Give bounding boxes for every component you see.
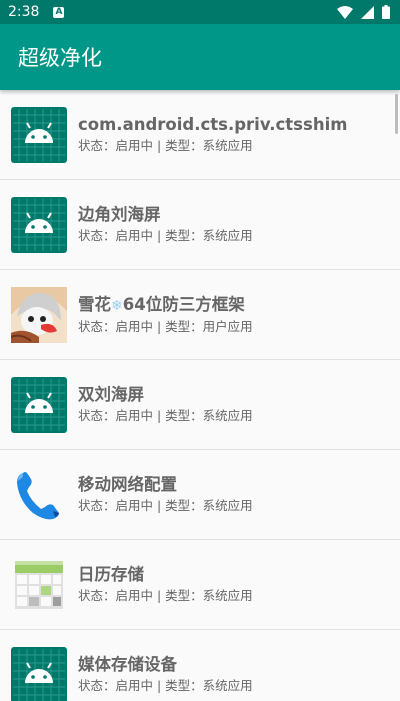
app-status: 状态：启用中 | 类型：系统应用: [78, 588, 253, 603]
list-item[interactable]: 边角刘海屏 状态：启用中 | 类型：系统应用: [0, 180, 400, 270]
app-name: 移动网络配置: [78, 475, 177, 494]
app-status: 状态：启用中 | 类型：用户应用: [78, 318, 253, 334]
notification-icon: A: [53, 6, 65, 18]
app-bar: 超级净化: [0, 24, 400, 90]
app-list[interactable]: com.android.cts.priv.ctsshim 状态：启用中 | 类型…: [0, 90, 400, 701]
app-name: 雪花❄64位防三方框架: [78, 294, 245, 314]
app-name: 边角刘海屏: [78, 205, 161, 224]
list-item[interactable]: 双刘海屏 状态：启用中 | 类型：系统应用: [0, 360, 400, 450]
app-name: 日历存储: [78, 565, 144, 584]
page-title: 超级净化: [18, 46, 102, 70]
app-name: 双刘海屏: [78, 385, 144, 404]
cellular-icon: [361, 5, 374, 19]
scrollbar[interactable]: [395, 94, 398, 134]
phone-icon: [11, 467, 67, 523]
android-icon: [11, 196, 67, 253]
status-icons: [337, 5, 390, 19]
snowflake-icon: ❄: [111, 297, 123, 314]
list-item[interactable]: 移动网络配置 状态：启用中 | 类型：系统应用: [0, 450, 400, 540]
app-name: 媒体存储设备: [78, 655, 177, 674]
app-status: 状态：启用中 | 类型：系统应用: [78, 408, 253, 423]
app-status: 状态：启用中 | 类型：系统应用: [78, 678, 253, 693]
android-icon: [11, 376, 67, 433]
battery-icon: [382, 5, 390, 19]
app-status: 状态：启用中 | 类型：系统应用: [78, 498, 253, 513]
status-bar: 2:38 A: [0, 0, 400, 24]
wifi-icon: [337, 5, 353, 19]
app-name: com.android.cts.priv.ctsshim: [78, 115, 348, 134]
android-icon: [11, 106, 67, 163]
list-item[interactable]: 日历存储 状态：启用中 | 类型：系统应用: [0, 540, 400, 630]
status-time: 2:38: [8, 4, 40, 20]
android-icon: [11, 646, 67, 701]
app-status: 状态：启用中 | 类型：系统应用: [78, 228, 253, 243]
calendar-storage-icon: [11, 557, 67, 613]
avatar-icon: [11, 286, 67, 343]
list-item[interactable]: 媒体存储设备 状态：启用中 | 类型：系统应用: [0, 630, 400, 701]
list-item[interactable]: com.android.cts.priv.ctsshim 状态：启用中 | 类型…: [0, 90, 400, 180]
list-item[interactable]: 雪花❄64位防三方框架 状态：启用中 | 类型：用户应用: [0, 270, 400, 360]
app-status: 状态：启用中 | 类型：系统应用: [78, 138, 253, 153]
